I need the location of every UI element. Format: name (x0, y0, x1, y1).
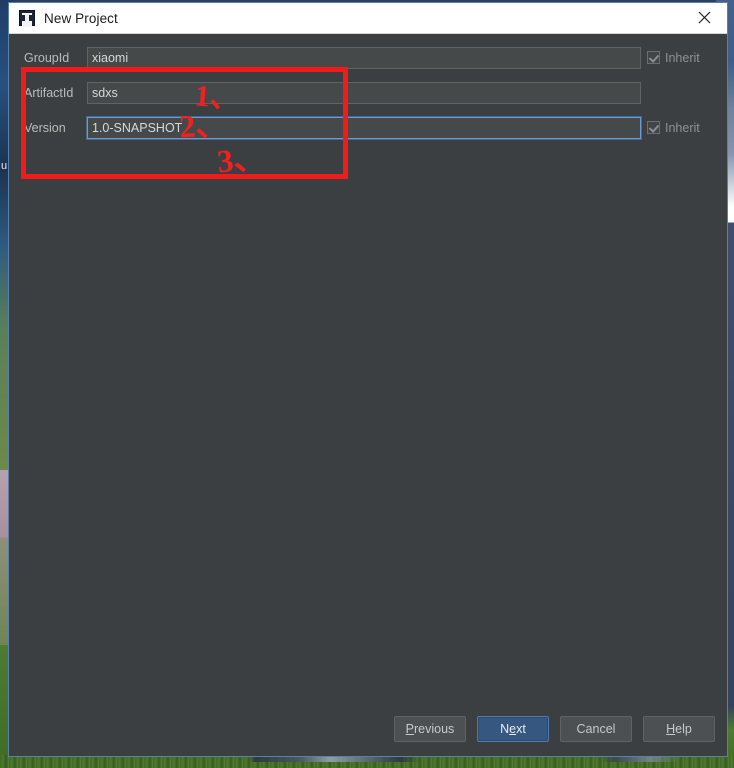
close-icon (698, 11, 710, 24)
groupid-inherit-checkbox[interactable]: Inherit (647, 51, 719, 65)
dialog-titlebar: New Project (9, 3, 727, 34)
next-button-label: Next (500, 722, 526, 736)
dialog-footer: Previous Next Cancel Help (394, 716, 715, 742)
groupid-input[interactable] (87, 46, 641, 69)
intellij-idea-icon (19, 10, 35, 26)
version-label: Version (24, 120, 66, 135)
checkbox-checked-icon (647, 51, 660, 64)
next-button[interactable]: Next (477, 716, 549, 742)
previous-button-label: Previous (405, 722, 455, 736)
version-inherit-label: Inherit (665, 120, 700, 135)
artifactid-label: ArtifactId (24, 85, 74, 100)
maven-coordinates-form: GroupId Inherit ArtifactId Version Inher… (15, 40, 719, 145)
form-row-version: Version Inherit (15, 110, 719, 145)
version-input[interactable] (87, 116, 641, 139)
artifactid-input[interactable] (87, 81, 641, 104)
close-button[interactable] (681, 3, 727, 32)
form-row-artifactid: ArtifactId (15, 75, 719, 110)
dialog-title: New Project (44, 10, 118, 26)
help-button[interactable]: Help (643, 716, 715, 742)
help-button-label: Help (666, 722, 692, 736)
new-project-dialog: New Project GroupId Inherit ArtifactId (8, 2, 728, 757)
dialog-content: GroupId Inherit ArtifactId Version Inher… (9, 34, 727, 756)
version-inherit-checkbox[interactable]: Inherit (647, 121, 719, 135)
cancel-button[interactable]: Cancel (560, 716, 632, 742)
form-row-groupid: GroupId Inherit (15, 40, 719, 75)
groupid-inherit-label: Inherit (665, 50, 700, 65)
checkbox-checked-icon (647, 121, 660, 134)
groupid-label: GroupId (24, 50, 70, 65)
cancel-button-label: Cancel (576, 722, 616, 736)
previous-button[interactable]: Previous (394, 716, 466, 742)
